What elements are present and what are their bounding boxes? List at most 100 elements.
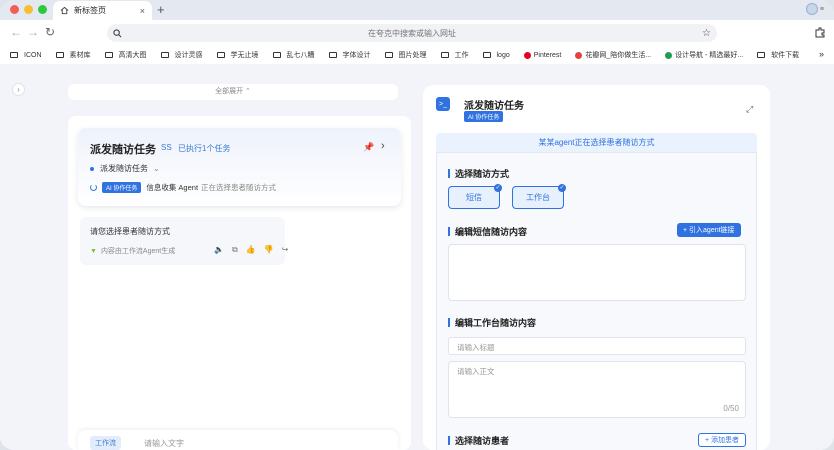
window-controls xyxy=(10,5,47,14)
section-marker xyxy=(448,169,450,178)
folder-icon xyxy=(10,52,18,58)
chat-pane: 派发随访任务 SS 已执行1个任务 📌 › 派发随访任务 ⌄ AI 协作任务 信… xyxy=(68,116,411,450)
bookmark-label: 素材库 xyxy=(69,52,91,59)
chevron-down-icon: ⌄ xyxy=(153,164,160,173)
bookmark-item[interactable]: logo xyxy=(482,51,510,59)
bookmark-item[interactable]: Pinterest xyxy=(523,51,561,59)
chat-input-bar: 工作流 请输入文字 xyxy=(78,430,398,450)
share-icon[interactable]: ↪ xyxy=(282,245,289,255)
fullscreen-icon[interactable]: ⤢ xyxy=(746,104,753,115)
home-icon xyxy=(60,6,69,15)
bookmark-label: 花瓣网_陪你做生活... xyxy=(585,52,652,59)
sidebar-toggle-chevron-icon[interactable]: › xyxy=(12,83,25,96)
bookmark-item[interactable]: 高清大图 xyxy=(104,50,147,60)
bookmark-item[interactable]: 设计灵感 xyxy=(160,50,203,60)
reply-text: 请您选择患者随访方式 xyxy=(90,227,170,236)
task-executed-count[interactable]: 已执行1个任务 xyxy=(178,143,230,154)
patient-section-title: 选择随访患者 xyxy=(448,434,509,447)
thumbs-down-icon[interactable]: 👎 xyxy=(264,245,274,255)
bookmark-label: 高清大图 xyxy=(118,52,147,59)
new-tab-button[interactable]: + xyxy=(157,2,165,17)
sms-section-title: 编辑短信随访内容 xyxy=(448,225,527,238)
bookmark-item[interactable]: 图片处理 xyxy=(384,50,427,60)
folder-icon xyxy=(328,52,337,58)
page-content: › 全部展开 ⌃ 派发随访任务 SS 已执行1个任务 📌 › 派发随访任务 ⌄ … xyxy=(0,64,834,450)
method-option-sms[interactable]: 短信 ✓ xyxy=(448,184,502,209)
section-marker xyxy=(448,227,450,236)
folder-icon xyxy=(482,52,491,58)
reply-meta: ▼ 内容由工作流Agent生成 xyxy=(90,246,175,256)
section-marker xyxy=(448,318,450,327)
bookmark-label: 学无止境 xyxy=(230,52,259,59)
extensions-icon[interactable] xyxy=(814,26,826,38)
forward-arrow-icon[interactable]: → xyxy=(27,25,39,39)
bookmark-item[interactable]: 素材库 xyxy=(55,50,91,60)
bookmark-item[interactable]: 工作 xyxy=(440,50,469,60)
address-bar[interactable]: 在夸克中搜索或输入网址 ☆ xyxy=(107,24,717,42)
folder-icon xyxy=(440,52,449,58)
detail-form: 选择随访方式 短信 ✓ 工作台 ✓ 编辑短信随访内容 + 引入agent链接 编… xyxy=(436,152,757,450)
tab-close-button[interactable]: × xyxy=(140,6,145,16)
bookmarks-bar: ICON 素材库 高清大图 设计灵感 学无止境 乱七八糟 字体设计 图片处理 工作 logo Pin… xyxy=(0,46,834,64)
chevron-right-icon[interactable]: › xyxy=(381,140,385,152)
folder-icon xyxy=(216,52,225,58)
bookmark-label: 设计导航 - 精选最好... xyxy=(675,52,744,59)
terminal-icon: >_ xyxy=(436,97,450,111)
avatar xyxy=(805,3,818,15)
profile-menu[interactable]: ≡ xyxy=(805,3,824,15)
folder-icon xyxy=(757,52,766,58)
workbench-section-title: 编辑工作台随访内容 xyxy=(448,316,536,329)
profile-menu-icon: ≡ xyxy=(819,5,824,13)
site-favicon-icon xyxy=(575,51,583,59)
bookmark-item[interactable]: ICON xyxy=(10,52,42,59)
ai-badge: AI 协作任务 xyxy=(102,182,142,193)
expand-all-button[interactable]: 全部展开 ⌃ xyxy=(68,84,398,100)
folder-icon xyxy=(55,52,64,58)
workflow-tag[interactable]: 工作流 xyxy=(90,436,121,450)
chat-input[interactable]: 请输入文字 xyxy=(144,438,184,449)
minimize-window-button[interactable] xyxy=(24,5,33,14)
bookmark-item[interactable]: 软件下载 xyxy=(757,50,799,60)
sms-content-textarea[interactable] xyxy=(448,244,746,301)
sub-task-label: 派发随访任务 xyxy=(100,164,148,173)
import-agent-link-button[interactable]: + 引入agent链接 xyxy=(677,223,741,237)
bookmark-item[interactable]: 花瓣网_陪你做生活... xyxy=(575,50,651,60)
pin-icon[interactable]: 📌 xyxy=(363,142,374,153)
maximize-window-button[interactable] xyxy=(38,5,47,14)
reply-actions: 🔈 ⧉ 👍 👎 ↪ xyxy=(214,245,288,255)
leaf-icon: ▼ xyxy=(90,247,97,255)
bullet-dot xyxy=(90,166,94,171)
reply-meta-text: 内容由工作流Agent生成 xyxy=(100,248,176,255)
site-favicon-icon xyxy=(665,51,673,59)
bookmark-label: ICON xyxy=(24,51,42,59)
active-tab[interactable]: 新标签页 × xyxy=(53,1,152,20)
thumbs-up-icon[interactable]: 👍 xyxy=(246,245,256,255)
tab-strip: 新标签页 × + ≡ xyxy=(0,0,834,20)
bookmark-item[interactable]: 字体设计 xyxy=(328,50,371,60)
loading-spinner-icon xyxy=(90,184,97,191)
workbench-body-textarea[interactable]: 请输入正文 0/50 xyxy=(448,361,746,418)
folder-icon xyxy=(160,52,169,58)
back-arrow-icon[interactable]: ← xyxy=(10,25,22,39)
browser-toolbar: ← → ↻ 在夸克中搜索或输入网址 ☆ xyxy=(0,20,834,46)
copy-icon[interactable]: ⧉ xyxy=(232,245,238,255)
speaker-icon[interactable]: 🔈 xyxy=(214,245,224,255)
agent-status-row: AI 协作任务 信息收集 Agent 正在选择患者随访方式 xyxy=(90,182,276,193)
sub-task-row[interactable]: 派发随访任务 ⌄ xyxy=(90,163,160,174)
bookmark-label: logo xyxy=(496,51,510,59)
close-window-button[interactable] xyxy=(10,5,19,14)
add-patient-button[interactable]: + 添加患者 xyxy=(698,433,747,447)
star-icon[interactable]: ☆ xyxy=(702,28,711,39)
agent-name: 信息收集 Agent xyxy=(146,183,199,192)
bookmarks-overflow-icon[interactable]: » xyxy=(819,49,824,59)
workbench-title-input[interactable]: 请输入标题 xyxy=(448,337,746,355)
agent-reply: 请您选择患者随访方式 ▼ 内容由工作流Agent生成 🔈 ⧉ 👍 👎 ↪ xyxy=(80,217,288,265)
reload-icon[interactable]: ↻ xyxy=(45,25,55,39)
bookmark-item[interactable]: 设计导航 - 精选最好... xyxy=(665,50,743,60)
method-option-workbench[interactable]: 工作台 ✓ xyxy=(512,184,566,209)
bookmark-item[interactable]: 乱七八糟 xyxy=(272,50,315,60)
task-card[interactable]: 派发随访任务 SS 已执行1个任务 📌 › 派发随访任务 ⌄ AI 协作任务 信… xyxy=(78,128,401,206)
bookmark-item[interactable]: 学无止境 xyxy=(216,50,259,60)
browser-window: 新标签页 × + ≡ ← → ↻ 在夸克中搜索或输入网址 ☆ ICON 素材库 高清… xyxy=(0,0,834,450)
section-marker xyxy=(448,436,450,445)
